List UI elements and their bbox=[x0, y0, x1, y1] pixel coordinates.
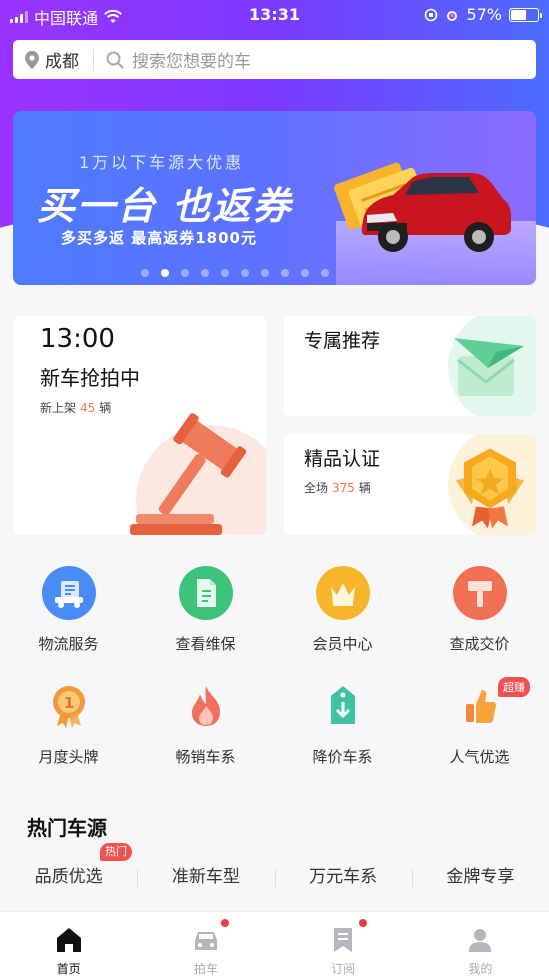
auction-card[interactable]: 13:00 新车抢拍中 新上架 45 辆 bbox=[14, 316, 266, 535]
crown-icon bbox=[315, 565, 371, 621]
city-selector[interactable]: 成都 bbox=[13, 48, 94, 72]
promo-banner[interactable]: 1万以下车源大优惠 买一台 也返券 多买多返 最高返券1800元 bbox=[13, 111, 536, 285]
flame-icon bbox=[178, 678, 234, 734]
hot-tab-label: 准新车型 bbox=[171, 867, 240, 887]
document-icon bbox=[178, 565, 234, 621]
service-label: 物流服务 bbox=[38, 635, 99, 653]
auction-gavel-icon bbox=[130, 413, 266, 535]
hot-tab-nearly-new[interactable]: 准新车型 bbox=[137, 862, 274, 896]
service-best-sellers[interactable]: 畅销车系 bbox=[137, 678, 274, 767]
auction-count-number: 45 bbox=[80, 401, 96, 415]
banner-dot[interactable] bbox=[200, 269, 209, 277]
tab-label: 订阅 bbox=[331, 962, 356, 976]
banner-title: 买一台 也返券 bbox=[37, 184, 293, 228]
banner-dot[interactable] bbox=[300, 269, 309, 277]
medal-icon: 1 bbox=[41, 678, 97, 734]
hot-tab-quality[interactable]: 热门 品质优选 bbox=[0, 843, 137, 896]
tab-label: 我的 bbox=[468, 962, 493, 976]
certified-count-prefix: 全场 bbox=[304, 481, 329, 495]
recommend-title: 专属推荐 bbox=[304, 330, 381, 352]
hot-tabs: 热门 品质优选 准新车型 万元车系 金牌专享 bbox=[0, 843, 549, 896]
home-icon bbox=[56, 928, 81, 952]
service-monthly-top[interactable]: 1 月度头牌 bbox=[0, 678, 137, 767]
notification-dot bbox=[358, 919, 367, 927]
search-input[interactable]: 搜索您想要的车 bbox=[94, 47, 251, 72]
banner-dot[interactable] bbox=[240, 269, 249, 277]
service-price-drop[interactable]: 降价车系 bbox=[274, 678, 411, 767]
alarm-icon bbox=[447, 10, 458, 21]
banner-dot[interactable] bbox=[160, 269, 169, 277]
battery-icon bbox=[509, 7, 542, 22]
banner-dot[interactable] bbox=[280, 269, 289, 277]
gold-badge-icon bbox=[448, 434, 536, 535]
bottom-tab-bar: 首页 拍车 订阅 我的 bbox=[0, 911, 549, 977]
red-suv-car-image bbox=[361, 173, 511, 252]
battery-percent: 57% bbox=[466, 5, 502, 24]
service-label: 查看维保 bbox=[175, 635, 236, 653]
search-icon bbox=[106, 51, 124, 69]
hot-tab-label: 金牌专享 bbox=[446, 867, 515, 887]
certified-count-suffix: 辆 bbox=[358, 481, 371, 495]
auction-time: 13:00 bbox=[40, 324, 115, 354]
hot-tab-budget[interactable]: 万元车系 bbox=[274, 862, 412, 896]
banner-dot[interactable] bbox=[220, 269, 229, 277]
tab-home[interactable]: 首页 bbox=[0, 912, 137, 977]
bookmark-icon bbox=[334, 928, 353, 952]
banner-dot[interactable] bbox=[140, 269, 149, 277]
hot-badge: 热门 bbox=[100, 843, 132, 861]
banner-dot[interactable] bbox=[260, 269, 269, 277]
banner-dot[interactable] bbox=[320, 269, 329, 277]
tab-label: 首页 bbox=[56, 962, 81, 976]
banner-description: 多买多返 最高返券1800元 bbox=[61, 229, 257, 247]
service-label: 人气优选 bbox=[449, 748, 510, 766]
certified-count-number: 375 bbox=[332, 481, 355, 495]
super-earn-badge: 超赚 bbox=[498, 677, 530, 697]
tab-bid-car[interactable]: 拍车 bbox=[137, 912, 274, 977]
car-icon bbox=[194, 932, 217, 950]
paper-plane-icon bbox=[448, 316, 536, 416]
service-maintenance[interactable]: 查看维保 bbox=[137, 565, 274, 654]
tab-subscribe[interactable]: 订阅 bbox=[275, 912, 412, 977]
search-placeholder: 搜索您想要的车 bbox=[132, 52, 251, 72]
service-deal-price[interactable]: 查成交价 bbox=[411, 565, 548, 654]
banner-dot[interactable] bbox=[180, 269, 189, 277]
service-label: 畅销车系 bbox=[175, 748, 236, 766]
auction-count: 新上架 45 辆 bbox=[40, 399, 111, 416]
banner-pagination bbox=[13, 269, 536, 277]
service-popular[interactable]: 超赚 人气优选 bbox=[411, 677, 548, 767]
search-bar[interactable]: 成都 搜索您想要的车 bbox=[13, 40, 536, 79]
auction-title: 新车抢拍中 bbox=[40, 366, 140, 390]
auction-count-suffix: 辆 bbox=[99, 401, 112, 415]
certified-card[interactable]: 精品认证 全场 375 辆 bbox=[284, 434, 536, 535]
city-name: 成都 bbox=[45, 52, 79, 72]
location-pin-icon bbox=[25, 50, 39, 69]
service-label: 会员中心 bbox=[312, 635, 373, 653]
certified-title: 精品认证 bbox=[304, 448, 381, 470]
service-label: 降价车系 bbox=[312, 748, 373, 766]
service-label: 月度头牌 bbox=[38, 748, 99, 766]
hot-section-title: 热门车源 bbox=[27, 816, 107, 840]
price-down-tag-icon bbox=[315, 678, 371, 734]
auction-count-prefix: 新上架 bbox=[40, 401, 77, 415]
user-icon bbox=[469, 929, 492, 952]
notification-dot bbox=[221, 919, 230, 927]
orientation-lock-icon bbox=[425, 8, 438, 21]
service-membership[interactable]: 会员中心 bbox=[274, 565, 411, 654]
hot-tab-label: 万元车系 bbox=[309, 867, 378, 887]
recommend-card[interactable]: 专属推荐 bbox=[284, 316, 536, 416]
truck-icon bbox=[41, 565, 97, 621]
tab-label: 拍车 bbox=[193, 962, 218, 976]
status-bar: 中国联通 13:31 57% bbox=[0, 0, 549, 30]
svg-text:1: 1 bbox=[63, 694, 73, 712]
hot-tab-gold[interactable]: 金牌专享 bbox=[411, 862, 549, 896]
tab-mine[interactable]: 我的 bbox=[412, 912, 549, 977]
hammer-icon bbox=[452, 565, 508, 621]
hot-tab-label: 品质优选 bbox=[34, 867, 103, 887]
banner-subtitle: 1万以下车源大优惠 bbox=[79, 153, 245, 172]
service-logistics[interactable]: 物流服务 bbox=[0, 565, 137, 654]
certified-count: 全场 375 辆 bbox=[304, 479, 371, 496]
status-right: 57% bbox=[424, 5, 542, 24]
service-label: 查成交价 bbox=[449, 635, 510, 653]
